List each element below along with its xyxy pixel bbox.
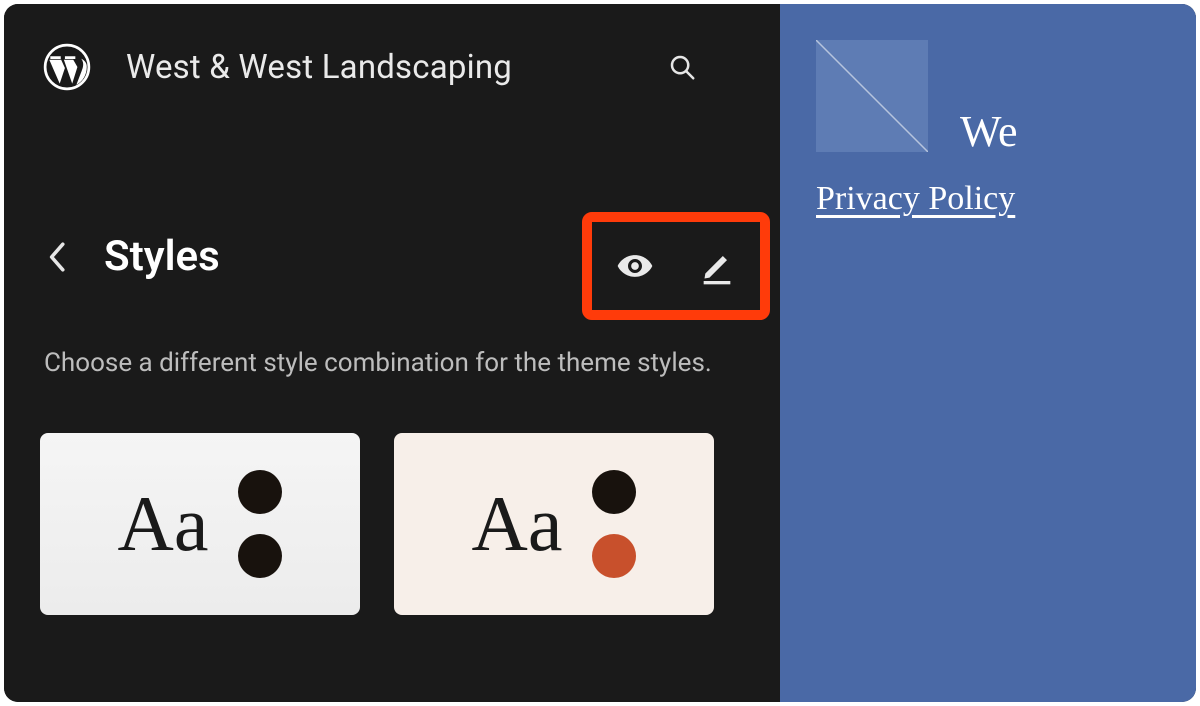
nav-link-privacy-policy[interactable]: Privacy Policy — [816, 180, 1015, 217]
color-dot-icon — [238, 534, 282, 578]
search-button[interactable] — [662, 47, 702, 87]
editor-sidebar: West & West Landscaping Styles — [4, 4, 780, 702]
style-book-button[interactable] — [612, 243, 658, 289]
edit-styles-button[interactable] — [694, 243, 740, 289]
style-variation-card[interactable]: Aa — [394, 433, 714, 615]
color-dot-icon — [238, 470, 282, 514]
annotation-highlight — [582, 212, 770, 320]
site-title[interactable]: West & West Landscaping — [126, 48, 628, 87]
sidebar-topbar: West & West Landscaping — [4, 4, 780, 92]
color-dot-icon — [592, 534, 636, 578]
wordpress-logo-icon[interactable] — [42, 42, 92, 92]
color-dot-icon — [592, 470, 636, 514]
color-swatches — [238, 470, 282, 578]
color-swatches — [592, 470, 636, 578]
typography-sample: Aa — [118, 485, 209, 563]
site-preview-canvas[interactable]: We Privacy Policy — [780, 4, 1196, 702]
back-button[interactable] — [36, 235, 80, 279]
style-variation-card[interactable]: Aa — [40, 433, 360, 615]
style-variations-grid: Aa Aa — [4, 383, 780, 615]
site-logo-placeholder[interactable] — [816, 40, 928, 152]
panel-header: Styles — [4, 232, 780, 281]
site-editor-frame: West & West Landscaping Styles — [4, 4, 1196, 702]
panel-title: Styles — [104, 232, 220, 281]
typography-sample: Aa — [472, 485, 563, 563]
preview-site-title-fragment: We — [960, 106, 1018, 157]
